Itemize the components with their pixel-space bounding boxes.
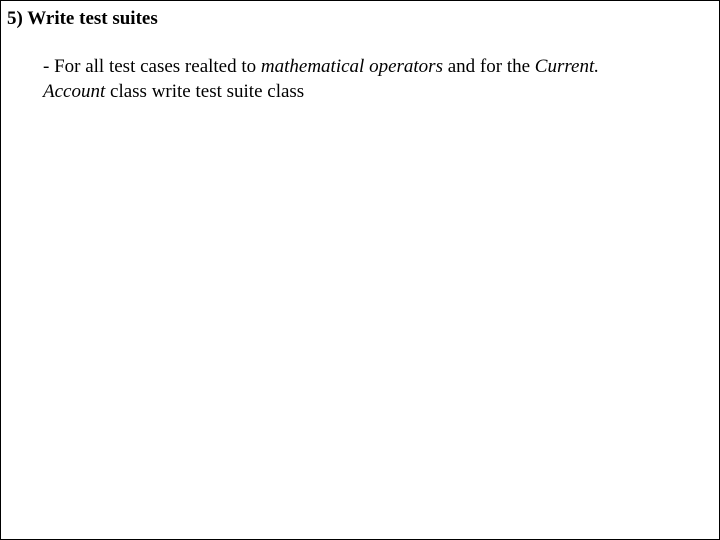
body-suffix: class write test suite class: [105, 81, 304, 102]
body-mid: and for the: [443, 56, 535, 77]
emphasis-math-operators: mathematical operators: [261, 56, 443, 77]
section-body: - For all test cases realted to mathemat…: [1, 36, 641, 105]
section-heading: 5) Write test suites: [1, 1, 719, 36]
body-prefix: - For all test cases realted to: [43, 56, 261, 77]
